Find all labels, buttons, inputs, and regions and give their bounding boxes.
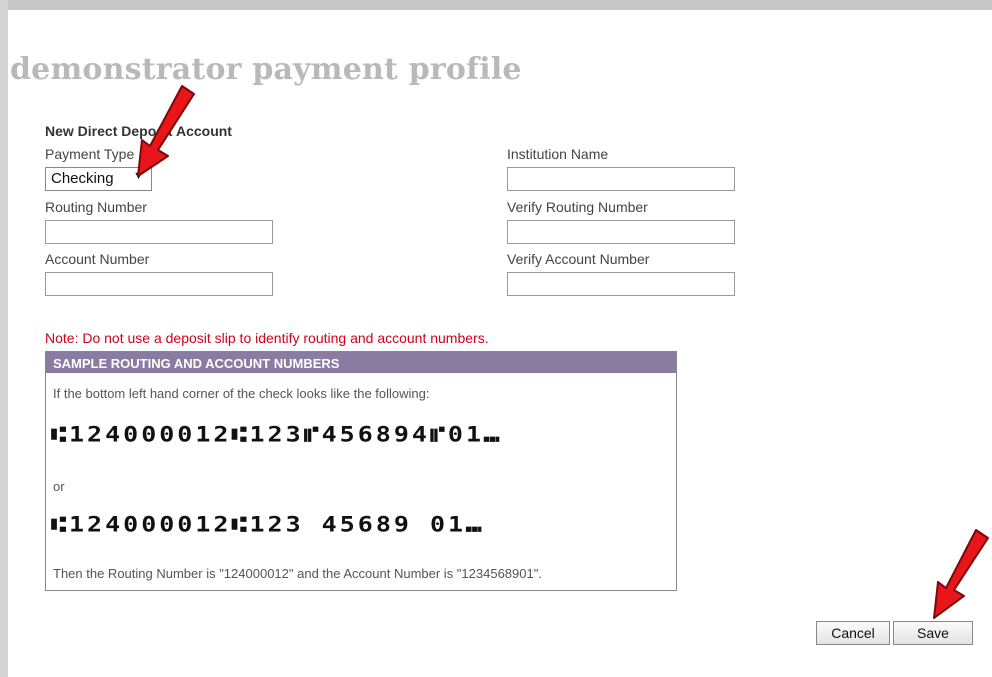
verify-routing-number-input[interactable] [507,220,735,244]
verify-account-number-label: Verify Account Number [507,251,650,267]
sample-intro-text: If the bottom left hand corner of the ch… [53,386,430,401]
micr-line-example-2: ⑆124000012⑆123 45689 01⑉ [51,512,485,537]
payment-type-label: Payment Type [45,146,135,162]
institution-name-label: Institution Name [507,146,609,162]
window-top-border [0,0,992,10]
verify-account-number-input[interactable] [507,272,735,296]
sample-numbers-panel: SAMPLE ROUTING AND ACCOUNT NUMBERS If th… [45,351,677,591]
sample-or-text: or [53,479,65,494]
save-button[interactable]: Save [893,621,973,645]
sample-panel-heading: SAMPLE ROUTING AND ACCOUNT NUMBERS [46,352,676,373]
payment-type-value: Checking [51,170,114,187]
sample-conclusion-text: Then the Routing Number is "124000012" a… [53,566,542,581]
warning-note: Note: Do not use a deposit slip to ident… [45,330,489,346]
verify-routing-number-label: Verify Routing Number [507,199,648,215]
account-number-input[interactable] [45,272,273,296]
red-arrow-icon-save [933,529,989,619]
routing-number-input[interactable] [45,220,273,244]
micr-line-example-1: ⑆124000012⑆123⑈456894⑈01⑉ [51,422,503,447]
account-number-label: Account Number [45,251,150,267]
chevron-down-icon: ▼ [133,170,144,182]
payment-type-select[interactable]: Checking ▼ [45,167,152,191]
routing-number-label: Routing Number [45,199,147,215]
window-left-border [0,0,8,677]
cancel-button[interactable]: Cancel [816,621,890,645]
page-title: demonstrator payment profile [10,52,522,87]
section-title: New Direct Deposit Account [45,123,232,139]
institution-name-input[interactable] [507,167,735,191]
